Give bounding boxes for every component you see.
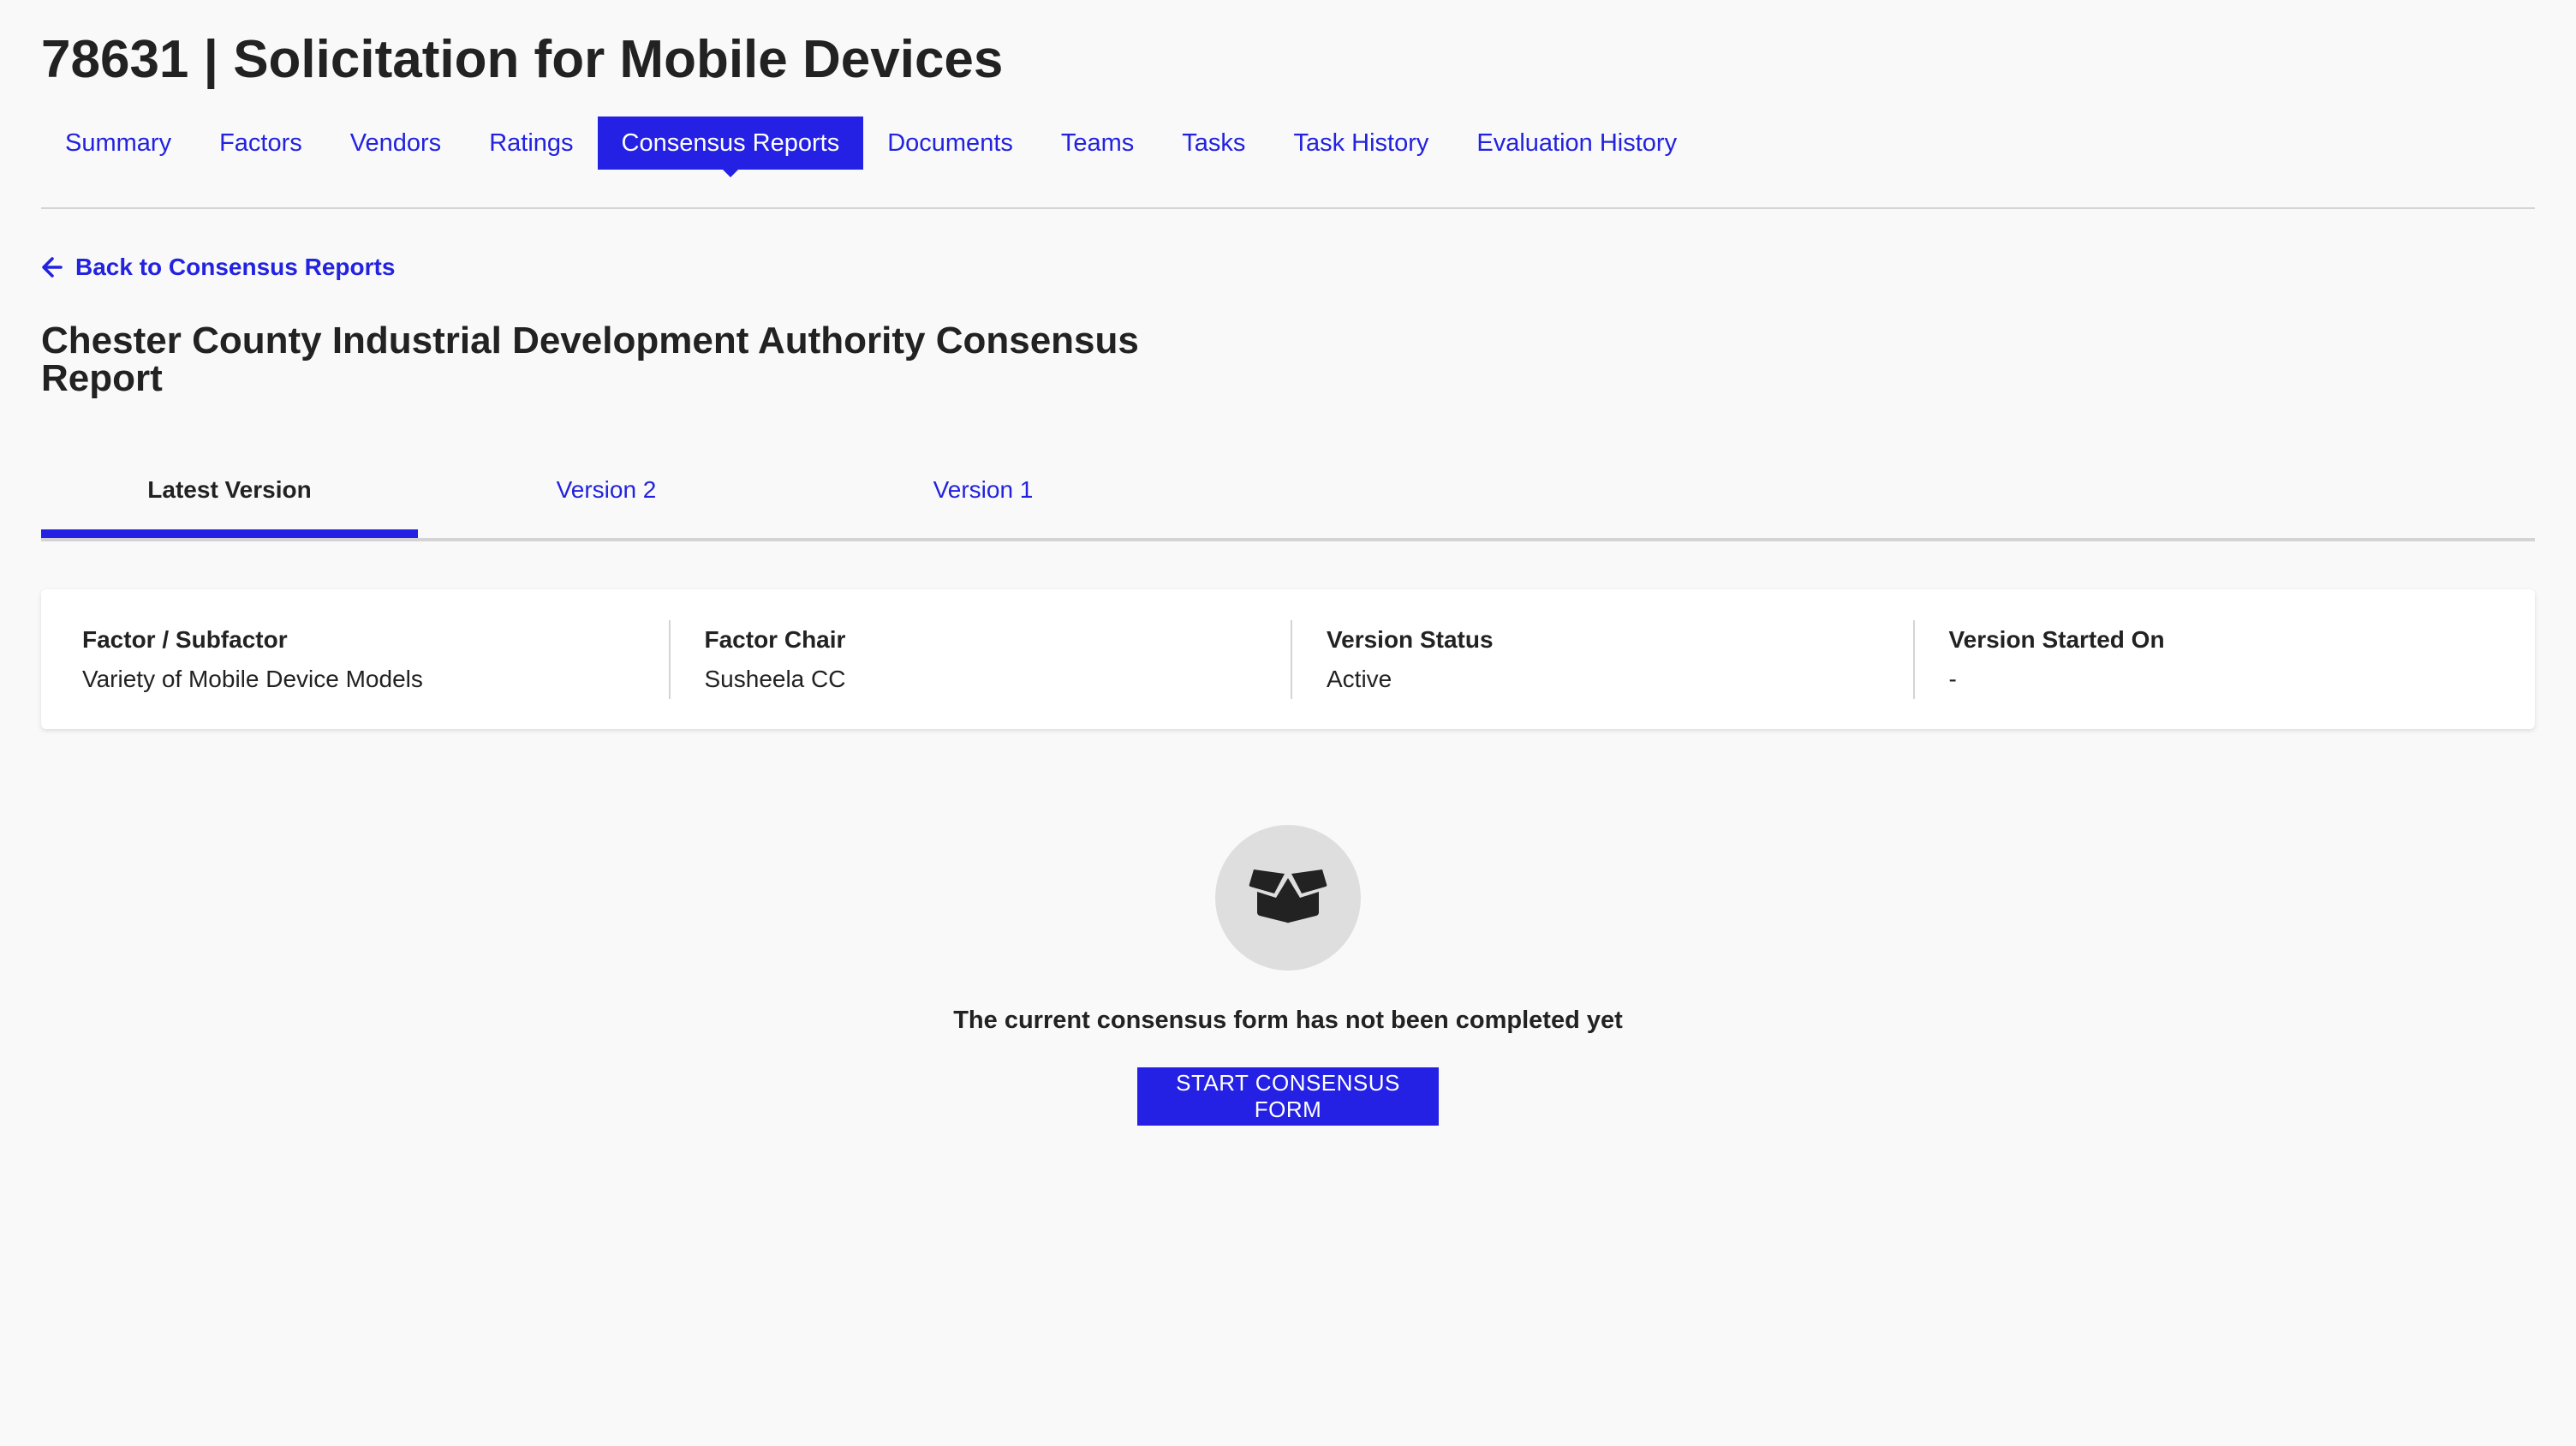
empty-state: The current consensus form has not been … — [0, 825, 2576, 1126]
info-value: Variety of Mobile Device Models — [82, 665, 423, 692]
page-title: 78631 | Solicitation for Mobile Devices — [41, 30, 1004, 89]
version-info-card: Factor / Subfactor Variety of Mobile Dev… — [41, 589, 2535, 729]
back-to-consensus-reports-link[interactable]: Back to Consensus Reports — [41, 250, 395, 284]
tab-version-1[interactable]: Version 1 — [795, 452, 1172, 538]
tab-latest-version[interactable]: Latest Version — [41, 452, 418, 538]
report-title: Chester County Industrial Development Au… — [41, 320, 1139, 399]
info-value: Susheela CC — [704, 665, 846, 692]
open-box-icon — [1249, 868, 1327, 929]
empty-state-icon-circle — [1215, 825, 1361, 971]
tab-version-2[interactable]: Version 2 — [418, 452, 795, 538]
tab-teams[interactable]: Teams — [1037, 117, 1158, 170]
tab-summary[interactable]: Summary — [41, 117, 195, 170]
tab-ratings[interactable]: Ratings — [465, 117, 597, 170]
info-label: Version Started On — [1948, 625, 2165, 653]
info-version-status: Version Status Active — [1291, 619, 1913, 699]
tab-vendors[interactable]: Vendors — [326, 117, 465, 170]
back-link-label: Back to Consensus Reports — [75, 254, 396, 280]
start-consensus-form-button[interactable]: START CONSENSUS FORM — [1137, 1067, 1439, 1126]
info-version-started-on: Version Started On - — [1912, 619, 2536, 699]
tab-factors[interactable]: Factors — [195, 117, 326, 170]
info-value: Active — [1327, 665, 1392, 692]
header-divider — [41, 207, 2535, 209]
info-label: Factor / Subfactor — [82, 625, 288, 653]
version-tabs: Latest Version Version 2 Version 1 — [41, 452, 2535, 541]
info-value: - — [1948, 665, 1957, 692]
info-label: Factor Chair — [704, 625, 846, 653]
main-nav-tabs: Summary Factors Vendors Ratings Consensu… — [41, 117, 1701, 177]
info-factor-chair: Factor Chair Susheela CC — [668, 619, 1291, 699]
tab-consensus-reports[interactable]: Consensus Reports — [597, 117, 864, 177]
page: 78631 | Solicitation for Mobile Devices … — [0, 0, 2576, 1446]
tab-documents[interactable]: Documents — [863, 117, 1037, 170]
info-factor-subfactor: Factor / Subfactor Variety of Mobile Dev… — [82, 620, 669, 699]
tab-task-history[interactable]: Task History — [1269, 117, 1452, 170]
tab-tasks[interactable]: Tasks — [1158, 117, 1269, 170]
tab-evaluation-history[interactable]: Evaluation History — [1452, 117, 1701, 170]
empty-state-message: The current consensus form has not been … — [953, 1007, 1623, 1034]
info-label: Version Status — [1327, 625, 1494, 653]
arrow-left-icon — [41, 256, 63, 278]
